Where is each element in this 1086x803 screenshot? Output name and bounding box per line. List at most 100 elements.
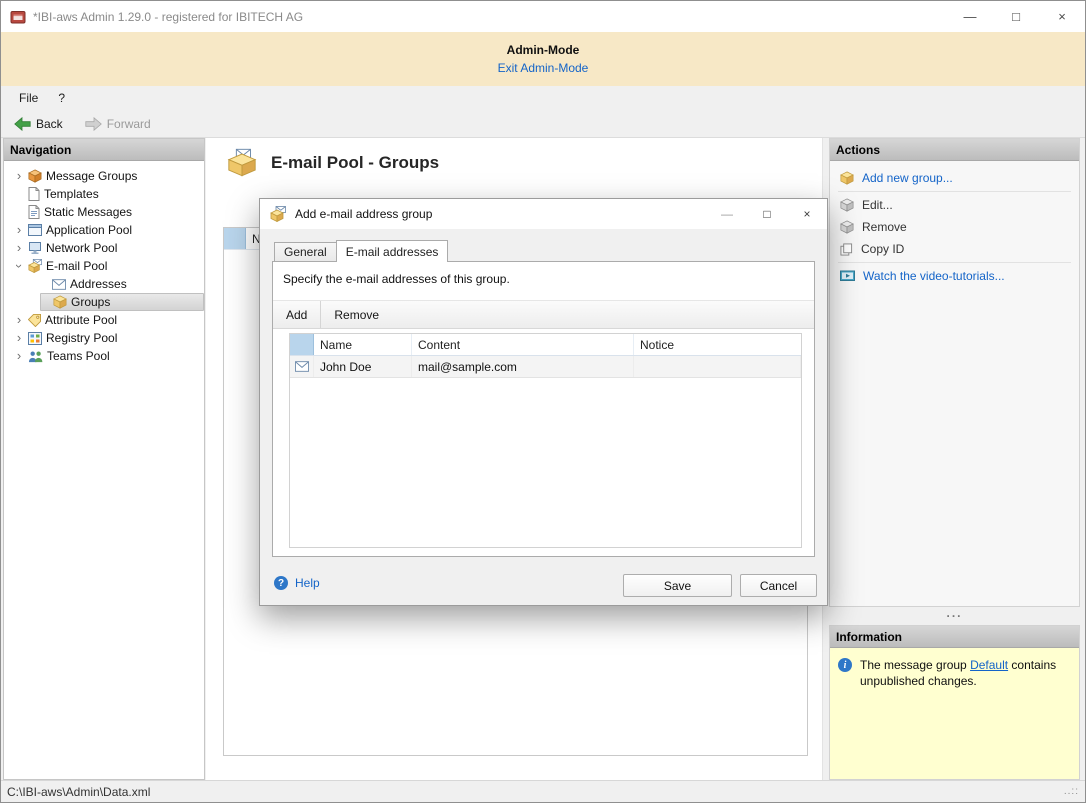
add-address-button[interactable]: Add <box>273 301 320 328</box>
chevron-right-icon[interactable]: › <box>13 350 25 362</box>
action-label: Add new group... <box>862 171 953 185</box>
chevron-down-icon[interactable]: › <box>13 260 25 272</box>
grid-name-column-header[interactable]: Name <box>314 334 412 355</box>
cancel-button[interactable]: Cancel <box>740 574 817 597</box>
page-title-text: E-mail Pool - Groups <box>271 153 439 173</box>
actions-header: Actions <box>830 139 1079 161</box>
dialog-icon <box>270 206 286 222</box>
resize-grip[interactable]: ..:: <box>1064 786 1079 797</box>
info-icon-glyph: i <box>844 660 847 671</box>
nav-item-static-messages[interactable]: Static Messages <box>4 203 204 221</box>
minimize-button[interactable]: — <box>947 1 993 32</box>
tab-general[interactable]: General <box>274 242 337 261</box>
grid-cell-notice <box>634 356 801 377</box>
chevron-right-icon[interactable]: › <box>13 314 25 326</box>
dialog-maximize-button[interactable]: □ <box>747 199 787 229</box>
email-addresses-tab-panel: Specify the e-mail addresses of this gro… <box>272 261 815 557</box>
chevron-right-icon[interactable]: › <box>13 242 25 254</box>
menu-file[interactable]: File <box>9 88 48 108</box>
dialog-description: Specify the e-mail addresses of this gro… <box>283 272 510 286</box>
grid-notice-column-header[interactable]: Notice <box>634 334 801 355</box>
dialog-close-button[interactable]: × <box>787 199 827 229</box>
chevron-right-icon[interactable]: › <box>13 224 25 236</box>
grid-header-row: Name Content Notice <box>290 334 801 356</box>
navigation-panel: Navigation › Message Groups Templates St… <box>3 138 205 780</box>
registry-pool-icon <box>28 332 42 345</box>
save-button[interactable]: Save <box>623 574 732 597</box>
action-edit[interactable]: Edit... <box>830 194 1079 216</box>
nav-item-attribute-pool[interactable]: › Attribute Pool <box>4 311 204 329</box>
application-pool-icon <box>28 224 42 236</box>
nav-item-label: Message Groups <box>46 169 137 183</box>
nav-item-application-pool[interactable]: › Application Pool <box>4 221 204 239</box>
nav-item-groups[interactable]: Groups <box>40 293 204 311</box>
forward-label: Forward <box>107 117 151 131</box>
information-header: Information <box>830 626 1079 648</box>
dialog-titlebar: Add e-mail address group — □ × <box>260 199 827 229</box>
admin-mode-title: Admin-Mode <box>1 43 1085 57</box>
action-remove[interactable]: Remove <box>830 216 1079 238</box>
info-icon: i <box>838 658 852 672</box>
help-icon-glyph: ? <box>278 578 284 589</box>
status-bar: C:\IBI-aws\Admin\Data.xml ..:: <box>1 780 1085 802</box>
back-button[interactable]: Back <box>7 115 70 133</box>
action-copy-id[interactable]: Copy ID <box>830 238 1079 260</box>
chevron-right-icon[interactable]: › <box>13 332 25 344</box>
email-pool-groups-icon <box>226 148 258 177</box>
copy-icon <box>840 243 853 256</box>
navigation-header: Navigation <box>4 139 204 161</box>
attribute-pool-icon <box>28 314 41 327</box>
nav-item-message-groups[interactable]: › Message Groups <box>4 167 204 185</box>
tab-email-addresses[interactable]: E-mail addresses <box>336 240 449 262</box>
dialog-minimize-button[interactable]: — <box>707 199 747 229</box>
remove-address-button[interactable]: Remove <box>320 301 392 328</box>
message-groups-icon <box>28 169 42 183</box>
nav-item-templates[interactable]: Templates <box>4 185 204 203</box>
help-icon: ? <box>274 576 288 590</box>
close-button[interactable]: × <box>1039 1 1085 32</box>
back-arrow-icon <box>14 117 31 131</box>
envelope-icon <box>295 361 309 372</box>
edit-icon <box>840 198 854 212</box>
templates-icon <box>28 187 40 201</box>
menu-help[interactable]: ? <box>48 88 75 108</box>
envelope-icon <box>52 279 66 290</box>
exit-admin-mode-link[interactable]: Exit Admin-Mode <box>498 61 589 75</box>
nav-item-network-pool[interactable]: › Network Pool <box>4 239 204 257</box>
nav-item-teams-pool[interactable]: › Teams Pool <box>4 347 204 365</box>
window-controls: — □ × <box>947 1 1085 32</box>
grid-content-column-header[interactable]: Content <box>412 334 634 355</box>
dialog-tabs: General E-mail addresses <box>274 240 448 262</box>
dialog-window-controls: — □ × <box>707 199 827 229</box>
email-pool-icon <box>28 259 42 273</box>
default-group-link[interactable]: Default <box>970 658 1008 672</box>
app-icon <box>10 9 26 25</box>
nav-item-label: Application Pool <box>46 223 132 237</box>
teams-pool-icon <box>28 350 43 363</box>
nav-item-label: Network Pool <box>46 241 117 255</box>
grid-icon-column-header[interactable] <box>290 334 314 355</box>
action-watch-video-tutorials[interactable]: Watch the video-tutorials... <box>830 265 1079 287</box>
admin-mode-banner: Admin-Mode Exit Admin-Mode <box>1 32 1085 86</box>
information-panel: Information i The message group Default … <box>829 625 1080 780</box>
action-label: Edit... <box>862 198 893 212</box>
action-label: Remove <box>862 220 907 234</box>
nav-item-registry-pool[interactable]: › Registry Pool <box>4 329 204 347</box>
chevron-right-icon[interactable]: › <box>13 170 25 182</box>
nav-item-addresses[interactable]: Addresses <box>40 275 204 293</box>
help-link[interactable]: ? Help <box>274 576 320 590</box>
nav-item-label: Templates <box>44 187 99 201</box>
nav-item-email-pool[interactable]: › E-mail Pool <box>4 257 204 275</box>
action-label: Watch the video-tutorials... <box>863 269 1005 283</box>
information-text: The message group Default contains unpub… <box>860 658 1065 689</box>
remove-icon <box>840 220 854 234</box>
grid-row-john-doe[interactable]: John Doe mail@sample.com <box>290 356 801 378</box>
panel-splitter-handle[interactable]: ... <box>829 609 1080 623</box>
forward-button[interactable]: Forward <box>78 115 158 133</box>
maximize-button[interactable]: □ <box>993 1 1039 32</box>
help-label: Help <box>295 576 320 590</box>
dialog-title: Add e-mail address group <box>295 207 432 221</box>
nav-item-label: Registry Pool <box>46 331 117 345</box>
action-add-new-group[interactable]: Add new group... <box>830 167 1079 189</box>
app-window: *IBI-aws Admin 1.29.0 - registered for I… <box>0 0 1086 803</box>
